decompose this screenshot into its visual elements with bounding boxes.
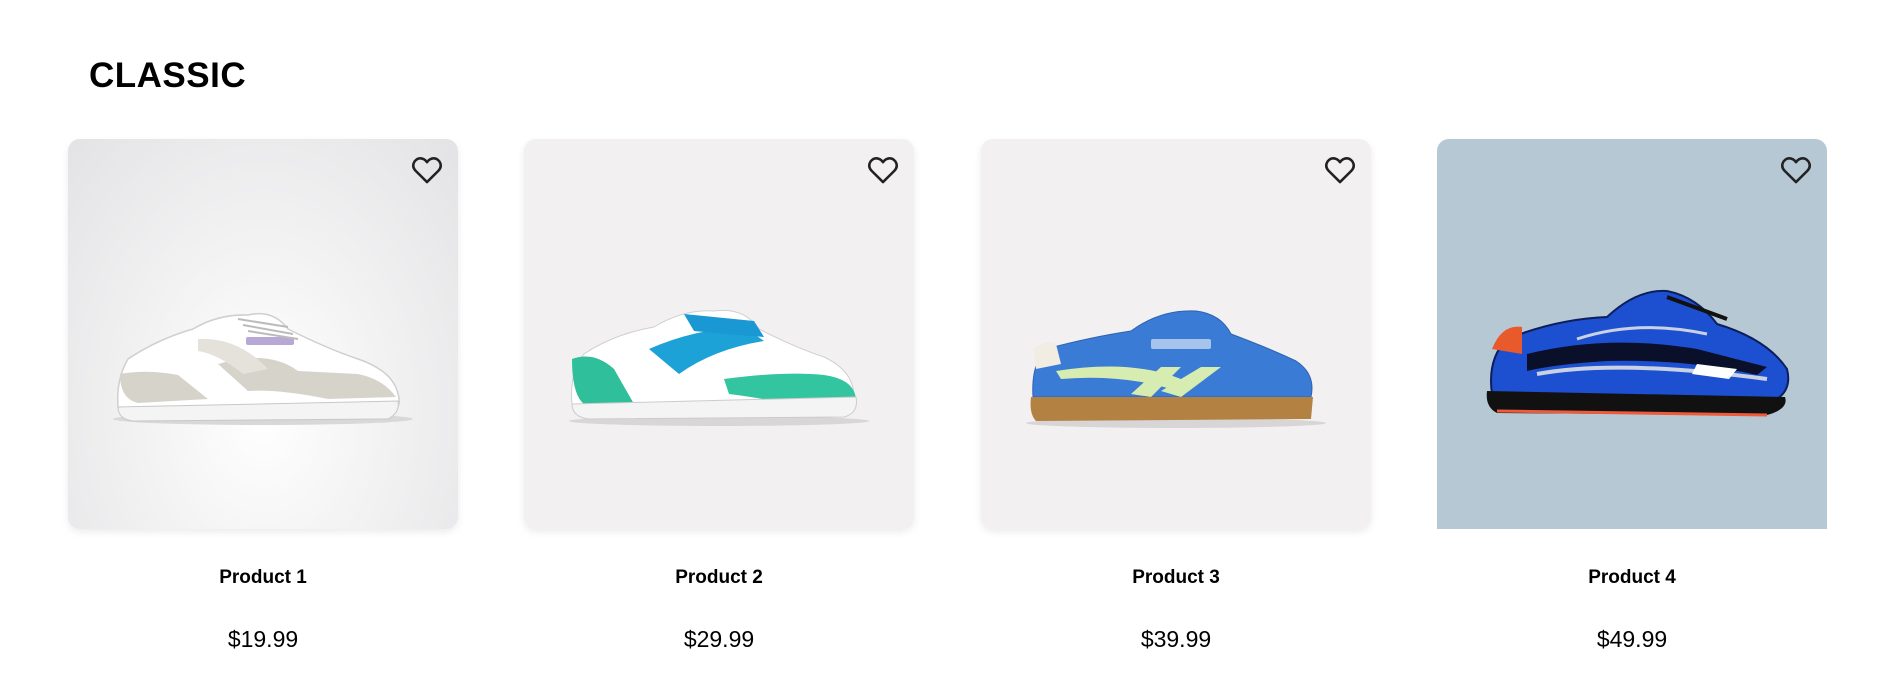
product-name[interactable]: Product 3 (981, 567, 1371, 589)
product-image (569, 309, 869, 426)
product-price: $29.99 (683, 626, 755, 652)
product-name[interactable]: Product 2 (524, 567, 914, 589)
product-card[interactable]: Product 3 $39.99 (981, 139, 1371, 659)
product-image (1026, 310, 1326, 428)
product-price: $49.99 (1596, 626, 1668, 652)
product-image-container[interactable] (524, 139, 914, 529)
product-price: $39.99 (1140, 626, 1212, 652)
product-card[interactable]: Product 4 $49.99 (1437, 139, 1827, 659)
section-title: CLASSIC (89, 56, 247, 95)
heart-icon[interactable] (866, 153, 900, 187)
heart-icon[interactable] (410, 153, 444, 187)
product-price: $19.99 (227, 626, 299, 652)
product-image-container[interactable] (981, 139, 1371, 529)
product-grid: Product 1 $19.99 Product 2 $29.99 Produc… (68, 139, 1828, 659)
product-image-container[interactable] (1437, 139, 1827, 529)
product-name[interactable]: Product 4 (1437, 567, 1827, 589)
heart-icon[interactable] (1323, 153, 1357, 187)
heart-icon[interactable] (1779, 153, 1813, 187)
product-image (1486, 289, 1790, 417)
product-image (113, 312, 413, 425)
product-card[interactable]: Product 1 $19.99 (68, 139, 458, 659)
product-card[interactable]: Product 2 $29.99 (524, 139, 914, 659)
product-name[interactable]: Product 1 (68, 567, 458, 589)
product-image-container[interactable] (68, 139, 458, 529)
